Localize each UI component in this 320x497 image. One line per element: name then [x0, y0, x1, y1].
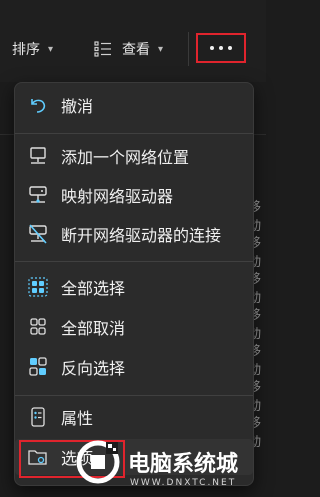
- disconnect-drive-icon: [29, 224, 47, 244]
- menu-item-undo[interactable]: 撤消: [15, 87, 253, 123]
- menu-item-properties[interactable]: 属性: [15, 399, 253, 435]
- dot: [210, 46, 214, 50]
- menu-separator: [15, 261, 253, 262]
- list-view-icon: [94, 41, 111, 57]
- sort-label: 排序: [12, 42, 40, 58]
- select-all-icon: [28, 277, 48, 297]
- menu-item-select-none[interactable]: 全部取消: [15, 309, 253, 345]
- menu-item-label: 添加一个网络位置: [61, 148, 190, 167]
- view-label: 查看: [122, 42, 150, 58]
- view-button[interactable]: 查看 ▾: [94, 38, 163, 60]
- toolbar-divider: [188, 32, 189, 66]
- dot: [219, 46, 223, 50]
- menu-item-map-network-drive[interactable]: 映射网络驱动器: [15, 177, 253, 213]
- menu-item-disconnect-network-drive[interactable]: 断开网络驱动器的连接: [15, 216, 253, 252]
- command-bar: 排序 ▾ 查看 ▾: [0, 0, 266, 82]
- menu-item-label: 属性: [61, 409, 94, 428]
- sort-button[interactable]: 排序 ▾: [12, 38, 53, 60]
- select-none-icon: [30, 318, 46, 335]
- more-options-button[interactable]: [196, 33, 246, 63]
- menu-item-label: 映射网络驱动器: [61, 187, 174, 206]
- dot: [228, 46, 232, 50]
- watermark: 电脑系统城 WWW.DNXTC.NET: [70, 432, 266, 497]
- watermark-text: 电脑系统城: [128, 452, 239, 477]
- more-options-menu: 撤消 添加一个网络位置 映射网络驱动器 断开网络驱动器的连接 全部选择 全部取消…: [14, 82, 254, 486]
- menu-item-label: 全部选择: [61, 279, 126, 298]
- watermark-logo-icon: [76, 440, 120, 484]
- menu-item-label: 反向选择: [61, 359, 126, 378]
- watermark-url: WWW.DNXTC.NET: [130, 478, 237, 488]
- menu-separator: [15, 395, 253, 396]
- menu-item-label: 全部取消: [61, 319, 126, 338]
- undo-icon: [31, 99, 46, 113]
- chevron-down-icon: ▾: [48, 43, 54, 55]
- network-location-icon: [30, 147, 46, 164]
- menu-item-label: 撤消: [61, 97, 94, 116]
- menu-item-label: 断开网络驱动器的连接: [61, 226, 222, 245]
- invert-selection-icon: [29, 357, 47, 376]
- menu-item-select-all[interactable]: 全部选择: [15, 269, 253, 305]
- menu-item-invert-selection[interactable]: 反向选择: [15, 349, 253, 385]
- map-drive-icon: [29, 186, 47, 203]
- properties-icon: [31, 407, 45, 427]
- menu-separator: [15, 133, 253, 134]
- chevron-down-icon: ▾: [158, 43, 164, 55]
- menu-item-add-network-location[interactable]: 添加一个网络位置: [15, 138, 253, 174]
